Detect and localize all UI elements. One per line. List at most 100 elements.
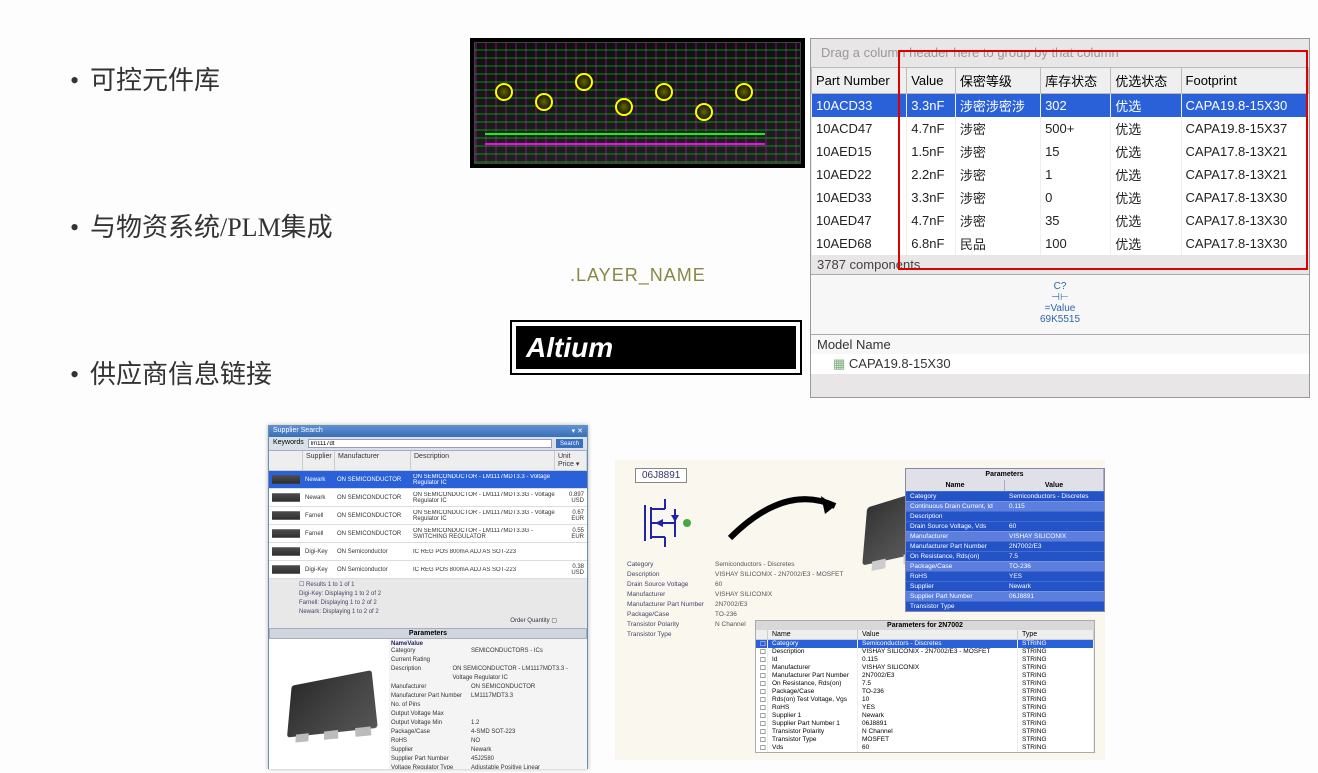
grid-row[interactable]: 10ACD333.3nF涉密涉密涉302优选CAPA19.8-15X30 — [812, 94, 1309, 118]
col-supplier[interactable]: Supplier — [303, 451, 335, 470]
col-price[interactable]: Unit Price ▾ — [555, 451, 587, 470]
lower-row[interactable]: ☐RoHSYESSTRING — [756, 704, 1094, 712]
grid-header-row[interactable]: Part Number Value 保密等级 库存状态 优选状态 Footpri… — [812, 68, 1309, 94]
supplier-row[interactable]: Digi-KeyON SemiconductorIC REG POS 800mA… — [269, 561, 587, 579]
detail-part-number[interactable]: 06J8891 — [635, 468, 687, 483]
lower-row[interactable]: ☐Manufacturer Part Number2N7002/E3STRING — [756, 672, 1094, 680]
supplier-row[interactable]: FarnellON SEMICONDUCTORON SEMICONDUCTOR … — [269, 525, 587, 543]
cell-supplier: Digi-Key — [303, 549, 335, 555]
lower-row[interactable]: ☐DescriptionVISHAY SILICONIX - 2N7002/E3… — [756, 648, 1094, 656]
window-controls[interactable]: ▾ ✕ — [572, 427, 583, 436]
lower-row[interactable]: ☐On Resistance, Rds(on)7.5STRING — [756, 680, 1094, 688]
altium-logo: Altium — [516, 326, 796, 369]
lower-col-type[interactable]: Type — [1018, 630, 1094, 639]
grid-cell-value: 4.7nF — [907, 209, 956, 232]
model-row[interactable]: ▦ CAPA19.8-15X30 — [811, 354, 1309, 374]
layer-name-label: .LAYER_NAME — [570, 265, 706, 286]
param-row: CategorySEMICONDUCTORS - ICs — [391, 647, 585, 656]
cell-supplier: Digi-Key — [303, 567, 335, 573]
blue-title: Parameters — [906, 469, 1104, 480]
lower-col-name[interactable]: Name — [768, 630, 858, 639]
grid-row[interactable]: 10AED686.8nF民品100优选CAPA17.8-13X30 — [812, 232, 1309, 255]
param-row: No. of Pins — [391, 701, 585, 710]
supplier-row[interactable]: Digi-KeyON SemiconductorIC REG POS 800mA… — [269, 543, 587, 561]
grid-cell-pref: 优选 — [1111, 117, 1181, 140]
lower-col-value[interactable]: Value — [858, 630, 1018, 639]
lower-row[interactable]: ☐Transistor PolarityN ChannelSTRING — [756, 728, 1094, 736]
grid-cell-stock: 0 — [1041, 186, 1111, 209]
param-row: ManufacturerON SEMICONDUCTOR — [391, 683, 585, 692]
col-manufacturer[interactable]: Manufacturer — [335, 451, 411, 470]
col-description[interactable]: Description — [411, 451, 555, 470]
param-row: Current Rating — [391, 656, 585, 665]
param-row: Supplier Part Number45J2580 — [391, 755, 585, 764]
lower-row[interactable]: ☐Package/CaseTO-236STRING — [756, 688, 1094, 696]
grid-cell-part: 10AED33 — [812, 186, 907, 209]
grid-row[interactable]: 10AED151.5nF涉密15优选CAPA17.8-13X21 — [812, 140, 1309, 163]
grid-row[interactable]: 10AED222.2nF涉密1优选CAPA17.8-13X21 — [812, 163, 1309, 186]
lower-row[interactable]: ☐Supplier 1NewarkSTRING — [756, 712, 1094, 720]
grid-cell-pref: 优选 — [1111, 186, 1181, 209]
cap-ref: C? — [811, 281, 1309, 292]
cell-supplier: Newark — [303, 477, 335, 483]
col-secret[interactable]: 保密等级 — [955, 68, 1040, 94]
param-row: Package/Case4-SMD SOT-223 — [391, 728, 585, 737]
grid-cell-value: 6.8nF — [907, 232, 956, 255]
params-lower-table[interactable]: Parameters for 2N7002 Name Value Type ☐C… — [755, 620, 1095, 753]
col-value[interactable]: Value — [907, 68, 956, 94]
params-blue-table: Parameters Name Value CategorySemiconduc… — [905, 468, 1105, 612]
col-pref[interactable]: 优选状态 — [1111, 68, 1181, 94]
component-grid-panel: Drag a column header here to group by th… — [810, 38, 1310, 398]
order-qty-label: Order Quantity ▢ — [299, 617, 557, 626]
blue-row: Drain Source Voltage, Vds60 — [906, 521, 1104, 531]
grid-cell-fp: CAPA17.8-13X30 — [1181, 186, 1308, 209]
status-line-1: ☐ Results 1 to 1 of 1 — [299, 581, 557, 590]
cell-manufacturer: ON SEMICONDUCTOR — [335, 513, 411, 519]
supplier-row[interactable]: NewarkON SEMICONDUCTORON SEMICONDUCTOR -… — [269, 489, 587, 507]
grid-cell-part: 10AED15 — [812, 140, 907, 163]
lower-row[interactable]: ☐Transistor TypeMOSFETSTRING — [756, 736, 1094, 744]
grid-row[interactable]: 10AED333.3nF涉密0优选CAPA17.8-13X30 — [812, 186, 1309, 209]
grid-cell-fp: CAPA17.8-13X30 — [1181, 209, 1308, 232]
grid-cell-pref: 优选 — [1111, 140, 1181, 163]
grid-cell-secret: 民品 — [955, 232, 1040, 255]
lower-row[interactable]: ☐Vds60STRING — [756, 744, 1094, 752]
search-button[interactable]: Search — [556, 439, 583, 448]
meta-row: DescriptionVISHAY SILICONIX - 2N7002/E3 … — [627, 570, 843, 580]
supplier-params-area: NameValue CategorySEMICONDUCTORS - ICsCu… — [269, 639, 587, 769]
bullet-2-text: 与物资系统/PLM集成 — [90, 213, 333, 242]
grid-row[interactable]: 10AED474.7nF涉密35优选CAPA17.8-13X30 — [812, 209, 1309, 232]
meta-row: Manufacturer Part Number2N7002/E3 — [627, 600, 843, 610]
supplier-grid-header[interactable]: Supplier Manufacturer Description Unit P… — [269, 451, 587, 471]
grid-cell-fp: CAPA17.8-13X30 — [1181, 232, 1308, 255]
lower-row[interactable]: ☐Id0.115STRING — [756, 656, 1094, 664]
lower-head[interactable]: Name Value Type — [756, 630, 1094, 640]
component-grid[interactable]: Part Number Value 保密等级 库存状态 优选状态 Footpri… — [811, 67, 1309, 255]
grid-cell-stock: 1 — [1041, 163, 1111, 186]
col-fp[interactable]: Footprint — [1181, 68, 1308, 94]
supplier-titlebar[interactable]: Supplier Search ▾ ✕ — [269, 426, 587, 437]
lower-row[interactable]: ☐ManufacturerVISHAY SILICONIXSTRING — [756, 664, 1094, 672]
lower-col-vis[interactable] — [756, 630, 768, 639]
pcb-layers — [474, 42, 801, 164]
param-row: Output Voltage Max — [391, 710, 585, 719]
grid-cell-value: 3.3nF — [907, 94, 956, 118]
param-row: Manufacturer Part NumberLM1117MDT3.3 — [391, 692, 585, 701]
lower-row[interactable]: ☐CategorySemiconductors - DiscretesSTRIN… — [756, 640, 1094, 648]
keywords-label: Keywords — [273, 439, 304, 448]
col-part[interactable]: Part Number — [812, 68, 907, 94]
grid-cell-fp: CAPA17.8-13X21 — [1181, 140, 1308, 163]
param-row: RoHSNO — [391, 737, 585, 746]
keywords-input[interactable] — [308, 439, 552, 448]
chip-3d-icon — [287, 670, 378, 737]
supplier-search-window: Supplier Search ▾ ✕ Keywords Search Supp… — [268, 425, 588, 769]
lower-row[interactable]: ☐Rds(on) Test Voltage, Vgs10STRING — [756, 696, 1094, 704]
supplier-title: Supplier Search — [273, 427, 323, 436]
cell-description: IC REG POS 800mA ADJ AS SOT-223 — [411, 567, 559, 573]
supplier-row[interactable]: FarnellON SEMICONDUCTORON SEMICONDUCTOR … — [269, 507, 587, 525]
lower-row[interactable]: ☐Supplier Part Number 106J8891STRING — [756, 720, 1094, 728]
grid-row[interactable]: 10ACD474.7nF涉密500+优选CAPA19.8-15X37 — [812, 117, 1309, 140]
pcb-preview — [470, 38, 805, 168]
supplier-row[interactable]: NewarkON SEMICONDUCTORON SEMICONDUCTOR -… — [269, 471, 587, 489]
col-stock[interactable]: 库存状态 — [1041, 68, 1111, 94]
